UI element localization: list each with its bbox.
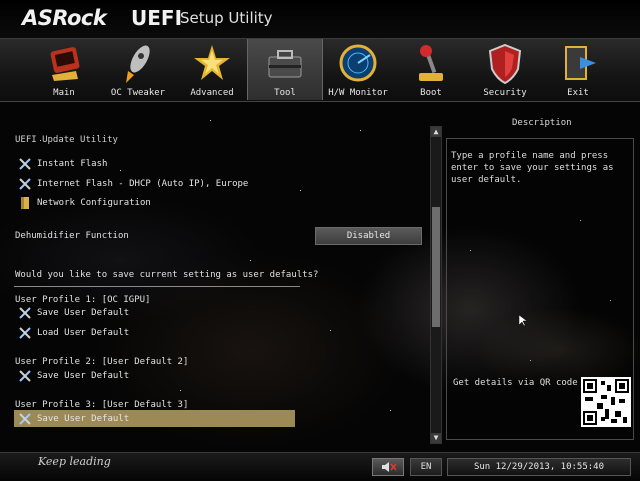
tab-main[interactable]: Main xyxy=(27,39,101,100)
title-bar: ASRock UEFI Setup Utility xyxy=(0,0,640,38)
product-name: UEFI xyxy=(131,6,183,30)
tool-icon xyxy=(19,327,31,339)
tool-icon xyxy=(19,178,31,190)
rocket-icon xyxy=(126,45,150,83)
tool-icon xyxy=(19,307,31,319)
tab-boot[interactable]: Boot xyxy=(394,39,468,100)
speaker-mute-icon xyxy=(382,462,397,472)
internet-flash-item[interactable]: Internet Flash - DHCP (Auto IP), Europe xyxy=(18,177,278,193)
qr-code-icon xyxy=(581,377,631,427)
footer-slogan: Keep leading xyxy=(38,455,111,468)
scrollbar[interactable]: ▲ ▼ xyxy=(430,126,442,444)
tool-icon xyxy=(19,413,31,425)
profile-1-title: User Profile 1: [OC IGPU] xyxy=(15,295,151,305)
datetime-display: Sun 12/29/2013, 10:55:40 xyxy=(447,458,631,476)
radar-icon xyxy=(339,44,377,82)
toolbox-icon xyxy=(268,50,302,78)
shield-icon xyxy=(488,43,522,85)
dehumidifier-select[interactable]: Disabled xyxy=(315,227,422,245)
star-icon xyxy=(194,45,230,80)
dehumidifier-label: Dehumidifier Function xyxy=(15,231,129,241)
joystick-icon xyxy=(419,45,443,81)
mouse-cursor-icon xyxy=(519,315,527,327)
tab-exit[interactable]: Exit xyxy=(541,39,615,100)
tab-advanced[interactable]: Advanced xyxy=(175,39,249,100)
brand-logo: ASRock xyxy=(22,6,107,30)
save-defaults-question: Would you like to save current setting a… xyxy=(15,270,319,280)
main-icon xyxy=(50,47,80,81)
scroll-thumb[interactable] xyxy=(432,207,440,327)
profile-3-save-button[interactable]: Save User Default xyxy=(18,412,218,428)
tool-icon xyxy=(19,158,31,170)
profile-1-load-button[interactable]: Load User Default xyxy=(18,326,218,342)
product-subtitle: Setup Utility xyxy=(180,9,273,27)
tab-oc-tweaker[interactable]: OC Tweaker xyxy=(101,39,175,100)
scroll-down-icon[interactable]: ▼ xyxy=(431,433,441,443)
profile-1-save-button[interactable]: Save User Default xyxy=(18,306,218,322)
language-button[interactable]: EN xyxy=(410,458,442,476)
folder-icon xyxy=(21,197,29,209)
main-menu-bar: Main OC Tweaker Advanced Tool H/W Monito… xyxy=(0,38,640,102)
description-title: Description xyxy=(512,118,572,128)
tab-hw-monitor[interactable]: H/W Monitor xyxy=(321,39,395,100)
tab-security[interactable]: Security xyxy=(468,39,542,100)
network-configuration-item[interactable]: Network Configuration xyxy=(18,196,218,212)
profile-2-save-button[interactable]: Save User Default xyxy=(18,369,218,385)
scroll-up-icon[interactable]: ▲ xyxy=(431,127,441,137)
profile-3-title: User Profile 3: [User Default 3] xyxy=(15,400,189,410)
tab-tool[interactable]: Tool xyxy=(247,39,323,100)
divider xyxy=(14,286,300,287)
section-title: UEFI Update Utility xyxy=(15,135,118,145)
profile-2-title: User Profile 2: [User Default 2] xyxy=(15,357,189,367)
instant-flash-item[interactable]: Instant Flash xyxy=(18,157,218,173)
mute-button[interactable] xyxy=(372,458,404,476)
qr-label: Get details via QR code xyxy=(453,378,578,388)
exit-icon xyxy=(565,46,596,80)
description-text: Type a profile name and press enter to s… xyxy=(451,151,614,185)
tool-icon xyxy=(19,370,31,382)
